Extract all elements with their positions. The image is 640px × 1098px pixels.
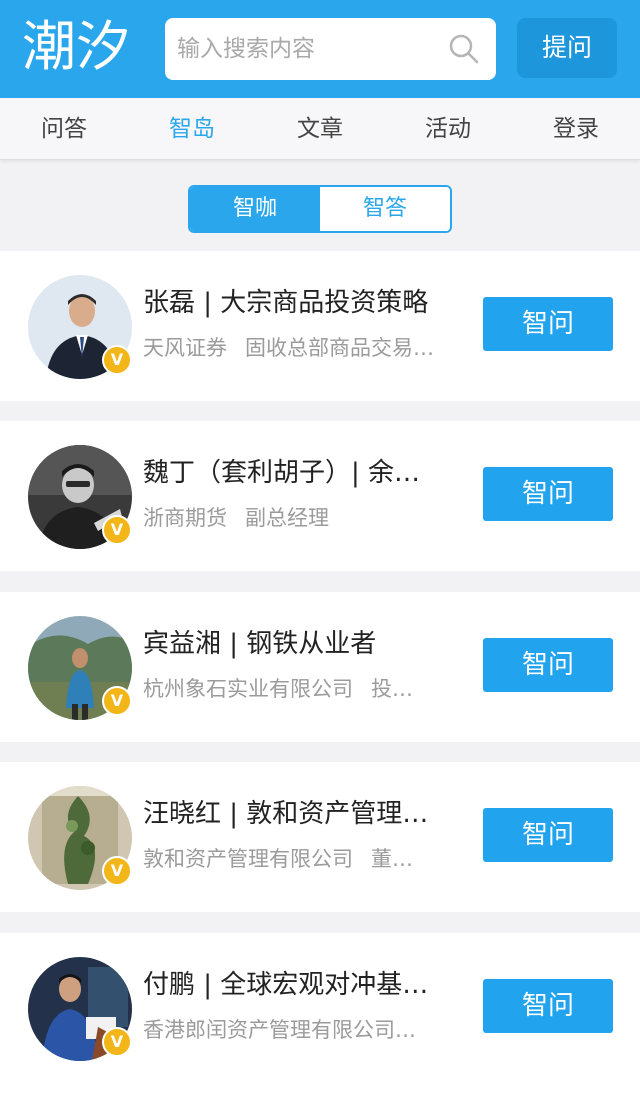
expert-name-title[interactable]: 汪晓红 | 敦和资产管理… xyxy=(143,794,461,834)
expert-org-role: 天风证券 固收总部商品交易… xyxy=(143,331,453,365)
expert-org-role: 浙商期货 副总经理 xyxy=(143,501,453,535)
zhiwen-button[interactable]: 智问 xyxy=(483,979,613,1033)
avatar[interactable]: V xyxy=(28,275,132,379)
expert-org: 浙商期货 xyxy=(143,506,227,530)
expert-card[interactable]: V 汪晓红 | 敦和资产管理… 敦和资产管理有限公司 董… 智问 xyxy=(0,762,640,912)
expert-card[interactable]: V 宾益湘 | 钢铁从业者 杭州象石实业有限公司 投… 智问 xyxy=(0,592,640,742)
search-input[interactable] xyxy=(177,18,437,80)
nav-item-events[interactable]: 活动 xyxy=(384,98,512,160)
expert-name-title[interactable]: 张磊 | 大宗商品投资策略 xyxy=(143,283,461,323)
expert-name-title[interactable]: 付鹏 | 全球宏观对冲基… xyxy=(143,965,461,1005)
search-box[interactable] xyxy=(165,18,496,80)
tab-zhida[interactable]: 智答 xyxy=(320,187,450,231)
avatar[interactable]: V xyxy=(28,786,132,890)
nav-item-zhidao[interactable]: 智岛 xyxy=(128,98,256,160)
avatar[interactable]: V xyxy=(28,957,132,1061)
expert-card[interactable]: V 张磊 | 大宗商品投资策略 天风证券 固收总部商品交易… 智问 xyxy=(0,251,640,401)
verified-badge: V xyxy=(102,515,132,545)
main-nav: 问答 智岛 文章 活动 登录 xyxy=(0,98,640,160)
expert-org: 杭州象石实业有限公司 xyxy=(143,677,353,701)
expert-role: 固收总部商品交易… xyxy=(245,336,434,360)
expert-org: 敦和资产管理有限公司 xyxy=(143,847,353,871)
ask-question-button[interactable]: 提问 xyxy=(517,18,617,78)
verified-badge: V xyxy=(102,856,132,886)
zhiwen-button[interactable]: 智问 xyxy=(483,467,613,521)
avatar[interactable]: V xyxy=(28,616,132,720)
expert-role: 投… xyxy=(371,677,413,701)
expert-card[interactable]: V 付鹏 | 全球宏观对冲基… 香港郎闰资产管理有限公司… 智问 xyxy=(0,933,640,1098)
expert-name-title[interactable]: 宾益湘 | 钢铁从业者 xyxy=(143,624,461,664)
verified-badge: V xyxy=(102,686,132,716)
app-header: 潮汐 提问 xyxy=(0,0,640,98)
verified-badge: V xyxy=(102,345,132,375)
expert-org-role: 敦和资产管理有限公司 董… xyxy=(143,842,453,876)
verified-badge: V xyxy=(102,1027,132,1057)
expert-role: 董… xyxy=(371,847,413,871)
segmented-toggle: 智咖 智答 xyxy=(188,185,452,233)
expert-name-title[interactable]: 魏丁（套利胡子）| 余… xyxy=(143,453,461,493)
expert-org-role: 香港郎闰资产管理有限公司… xyxy=(143,1013,453,1047)
expert-org-role: 杭州象石实业有限公司 投… xyxy=(143,672,453,706)
nav-item-articles[interactable]: 文章 xyxy=(256,98,384,160)
avatar[interactable]: V xyxy=(28,445,132,549)
nav-item-login[interactable]: 登录 xyxy=(512,98,640,160)
app-logo[interactable]: 潮汐 xyxy=(22,14,144,80)
zhiwen-button[interactable]: 智问 xyxy=(483,297,613,351)
expert-role: 副总经理 xyxy=(245,506,329,530)
tab-zhika[interactable]: 智咖 xyxy=(190,187,320,231)
expert-org: 香港郎闰资产管理有限公司… xyxy=(143,1018,416,1042)
expert-org: 天风证券 xyxy=(143,336,227,360)
zhiwen-button[interactable]: 智问 xyxy=(483,638,613,692)
search-icon[interactable] xyxy=(448,33,480,65)
nav-item-qa[interactable]: 问答 xyxy=(0,98,128,160)
expert-card[interactable]: V 魏丁（套利胡子）| 余… 浙商期货 副总经理 智问 xyxy=(0,421,640,571)
zhiwen-button[interactable]: 智问 xyxy=(483,808,613,862)
